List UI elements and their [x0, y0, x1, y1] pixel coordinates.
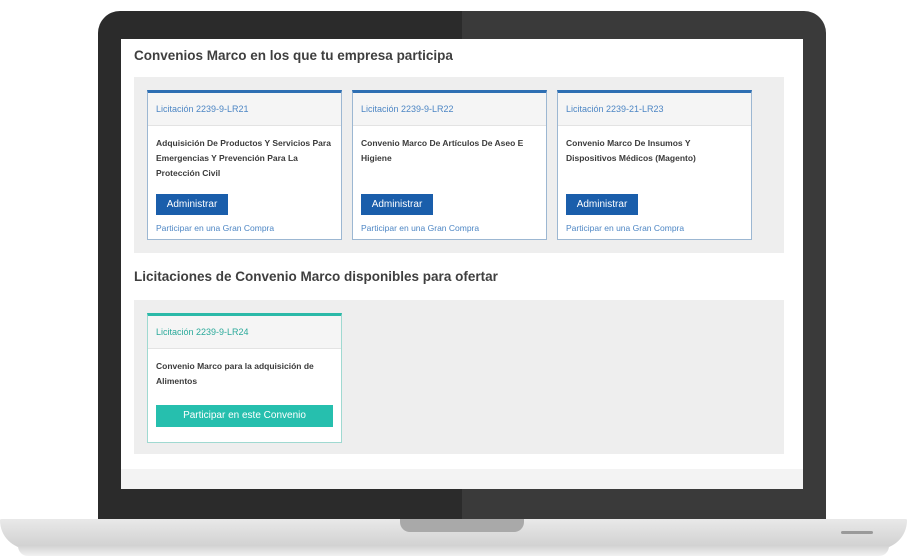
convenio-card: Licitación 2239-21-LR23 Convenio Marco D… [557, 90, 752, 240]
licitacion-code: Licitación 2239-9-LR22 [353, 93, 546, 126]
convenio-card: Licitación 2239-9-LR22 Convenio Marco De… [352, 90, 547, 240]
convenio-card-available: Licitación 2239-9-LR24 Convenio Marco pa… [147, 313, 342, 443]
licitacion-code: Licitación 2239-9-LR21 [148, 93, 341, 126]
gran-compra-link[interactable]: Participar en una Gran Compra [361, 223, 546, 233]
section-title-participating: Convenios Marco en los que tu empresa pa… [134, 48, 453, 63]
laptop-foot [841, 531, 873, 534]
laptop-screen: Convenios Marco en los que tu empresa pa… [121, 39, 803, 489]
convenio-description: Convenio Marco De Artículos De Aseo E Hi… [361, 138, 524, 163]
administrar-button[interactable]: Administrar [361, 194, 433, 215]
gran-compra-link[interactable]: Participar en una Gran Compra [566, 223, 751, 233]
laptop-base-shadow [18, 546, 889, 556]
available-panel: Licitación 2239-9-LR24 Convenio Marco pa… [134, 300, 784, 454]
screen-footer-strip [121, 469, 803, 489]
participar-convenio-button[interactable]: Participar en este Convenio [156, 405, 333, 427]
convenio-card: Licitación 2239-9-LR21 Adquisición De Pr… [147, 90, 342, 240]
convenio-description: Convenio Marco para la adquisición de Al… [156, 361, 314, 386]
administrar-button[interactable]: Administrar [156, 194, 228, 215]
licitacion-code: Licitación 2239-21-LR23 [558, 93, 751, 126]
laptop-notch [400, 519, 524, 532]
participating-panel: Licitación 2239-9-LR21 Adquisición De Pr… [134, 77, 784, 253]
convenio-description: Convenio Marco De Insumos Y Dispositivos… [566, 138, 696, 163]
administrar-button[interactable]: Administrar [566, 194, 638, 215]
section-title-available: Licitaciones de Convenio Marco disponibl… [134, 269, 498, 284]
convenio-description: Adquisición De Productos Y Servicios Par… [156, 138, 331, 178]
gran-compra-link[interactable]: Participar en una Gran Compra [156, 223, 341, 233]
licitacion-code: Licitación 2239-9-LR24 [148, 316, 341, 349]
